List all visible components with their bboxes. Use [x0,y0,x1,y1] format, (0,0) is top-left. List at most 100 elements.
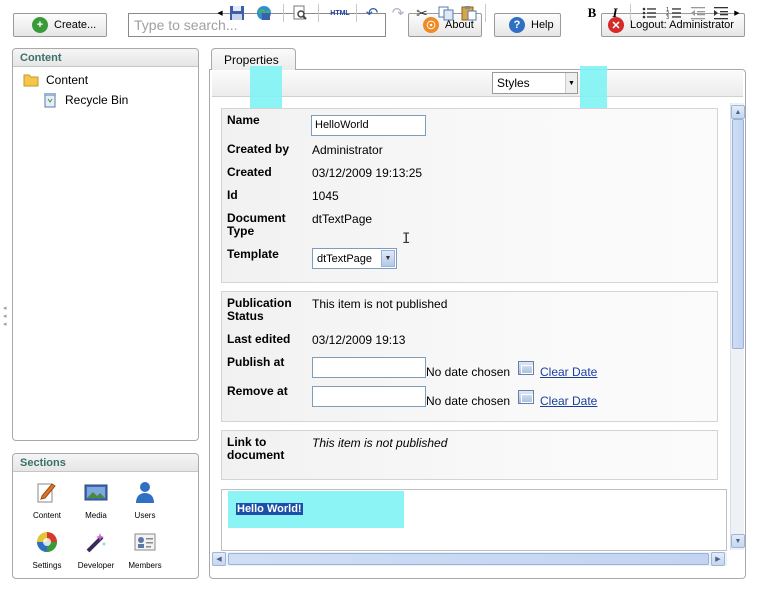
publication-status-label: Publication Status [227,297,292,323]
redo-icon[interactable]: ↷ [390,5,406,22]
sections-panel-title: Sections [13,454,198,472]
section-label: Content [32,511,62,520]
created-label: Created [227,165,272,179]
vertical-scroll-thumb[interactable] [732,119,744,349]
preview-icon[interactable] [292,5,308,21]
tree-item-label: Content [46,73,89,87]
tree-item-recycle-bin[interactable]: Recycle Bin [43,92,128,108]
section-label: Developer [77,561,115,570]
section-label: Settings [32,561,62,570]
tree-item-content[interactable]: Content [23,72,88,88]
text-cursor-icon: I [402,231,411,247]
paste-icon[interactable] [461,5,477,21]
svg-text:3: 3 [666,15,669,21]
members-section-icon [134,533,156,551]
last-edited-value: 03/12/2009 19:13 [312,333,406,347]
settings-section-icon [37,532,57,552]
styles-dropdown-label: Styles [497,76,530,90]
section-developer[interactable]: Developer [71,530,121,570]
scroll-right-icon[interactable]: ▶ [711,552,725,566]
developer-section-icon [86,533,106,553]
editor-content-text: Hello World! [236,503,303,515]
toolbar-scroll-left-icon[interactable]: ◀ [212,5,228,21]
scroll-left-icon[interactable]: ◀ [212,552,226,566]
section-content[interactable]: Content [22,480,72,520]
outdent-icon[interactable] [690,5,706,21]
create-button-label: Create... [54,19,97,31]
html-source-button[interactable]: HTML [329,5,351,21]
media-section-icon [84,484,108,501]
section-settings[interactable]: Settings [22,530,72,570]
section-label: Members [128,561,162,570]
document-type-value: dtTextPage [312,212,373,226]
calendar-icon[interactable] [518,390,534,404]
chevron-down-icon: ▼ [565,73,577,93]
splitter-handle[interactable]: ◂ ◂ ◂ [3,305,9,333]
horizontal-scroll-thumb[interactable] [228,553,709,565]
toolbar-separator [485,4,486,22]
document-type-label: Document Type [227,212,286,238]
copy-icon[interactable] [438,5,454,21]
content-panel-title: Content [13,49,198,67]
vertical-scrollbar[interactable]: ▲ ▼ [730,103,745,550]
created-value: 03/12/2009 19:13:25 [312,166,423,180]
section-label: Users [134,511,156,520]
folder-icon [23,74,39,87]
content-section-icon [37,483,56,503]
publication-status-value: This item is not published [312,297,448,311]
tree-item-label: Recycle Bin [65,93,129,107]
numbered-list-icon[interactable]: 123 [666,5,682,21]
calendar-icon[interactable] [518,361,534,375]
plus-icon: + [32,17,48,33]
link-group [221,430,718,480]
template-select[interactable]: dtTextPage ▼ [312,248,397,269]
toolbar-scroll-right-icon[interactable]: ▶ [732,5,742,21]
properties-group [221,108,718,283]
publish-clear-date-link[interactable]: Clear Date [540,365,597,379]
publish-at-label: Publish at [227,355,285,369]
help-button-label: Help [531,19,554,31]
section-members[interactable]: Members [120,530,170,570]
users-section-icon [136,482,154,503]
recycle-bin-icon [44,93,56,108]
section-label: Media [85,511,107,520]
section-media[interactable]: Media [71,480,121,520]
remove-clear-date-link[interactable]: Clear Date [540,394,597,408]
toolbar-separator [283,4,284,22]
created-by-value: Administrator [312,143,383,157]
help-button[interactable]: ? Help [494,13,561,37]
link-label-line2: document [227,448,285,462]
name-label: Name [227,113,260,127]
scroll-down-icon[interactable]: ▼ [731,534,745,548]
name-input[interactable]: HelloWorld [311,115,426,136]
styles-dropdown[interactable]: Styles ▼ [492,72,578,94]
template-select-value: dtTextPage [317,253,373,265]
bullet-list-icon[interactable] [641,5,657,21]
scroll-up-icon[interactable]: ▲ [731,105,745,119]
publish-at-status: No date chosen [426,365,511,379]
publish-at-input[interactable] [312,357,426,378]
created-by-label: Created by [227,142,290,156]
publication-status-label-line2: Status [227,309,264,323]
remove-at-status: No date chosen [426,394,511,408]
italic-button[interactable]: I [607,5,623,21]
remove-at-input[interactable] [312,386,426,407]
indent-icon[interactable] [713,5,729,21]
toolbar-separator [630,4,631,22]
save-icon[interactable] [229,5,245,21]
undo-icon[interactable]: ↶ [364,5,380,22]
link-to-document-value: This item is not published [312,436,448,450]
document-type-label-line2: Type [227,224,255,238]
editor-toolbar [212,71,743,97]
create-button[interactable]: + Create... [13,13,107,37]
horizontal-scrollbar[interactable]: ◀ ▶ [212,552,727,566]
section-users[interactable]: Users [120,480,170,520]
chevron-down-icon: ▼ [381,250,395,267]
id-value: 1045 [312,189,339,203]
cut-icon[interactable]: ✂ [414,5,430,21]
toolbar-separator [318,4,319,22]
bold-button[interactable]: B [584,5,600,21]
save-and-publish-icon[interactable] [256,5,272,21]
id-label: Id [227,188,238,202]
toolbar-separator [356,4,357,22]
